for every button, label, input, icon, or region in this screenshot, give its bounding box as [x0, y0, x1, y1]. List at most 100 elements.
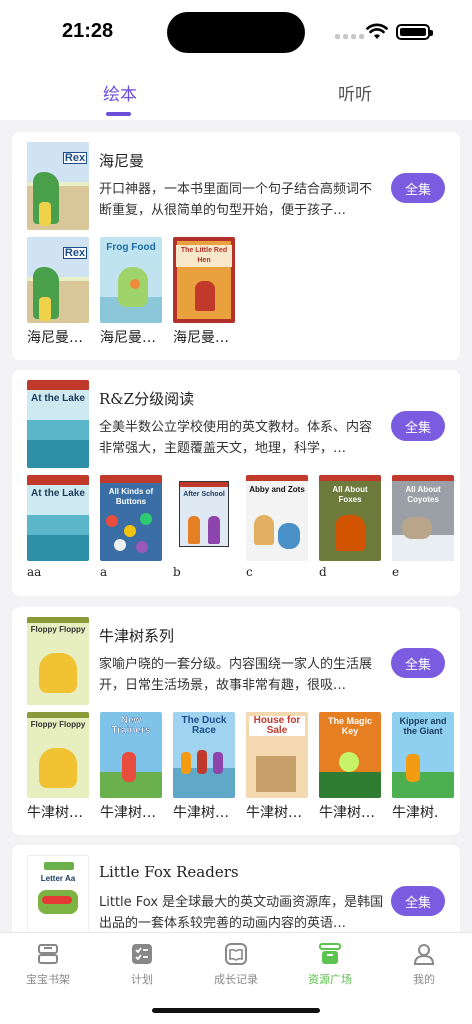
- book-item[interactable]: All About Foxes d: [319, 475, 381, 579]
- tab-listen[interactable]: 听听: [338, 80, 372, 105]
- book-thumbnail[interactable]: Frog Food: [100, 237, 162, 323]
- book-item[interactable]: House for Sale 牛津树…: [246, 712, 308, 822]
- cover-title-text: Floppy Floppy: [30, 625, 86, 634]
- book-cover-text: New Trainers: [111, 715, 151, 736]
- book-thumbnail[interactable]: Kipper and the Giant: [392, 712, 454, 798]
- book-thumbnail[interactable]: The Magic Key: [319, 712, 381, 798]
- book-cover-text: The Duck Race: [181, 715, 227, 736]
- book-thumbnail[interactable]: Abby and Zots: [246, 475, 308, 561]
- view-all-button[interactable]: 全集: [391, 648, 445, 678]
- book-thumbnail[interactable]: The Little Red Hen: [173, 237, 235, 323]
- book-item[interactable]: The Duck Race 牛津树…: [173, 712, 235, 822]
- book-thumbnail[interactable]: New Trainers: [100, 712, 162, 798]
- book-label: 海尼曼…: [173, 330, 229, 346]
- book-label: d: [319, 565, 327, 579]
- series-cover[interactable]: Floppy Floppy: [27, 617, 89, 705]
- dynamic-island: [167, 12, 305, 53]
- book-label: 海尼曼…: [27, 330, 83, 346]
- wifi-icon: [366, 23, 388, 39]
- book-row[interactable]: Floppy Floppy 牛津树… New Trainers 牛津树… The…: [27, 712, 460, 822]
- book-label: 牛津树…: [173, 805, 229, 821]
- book-label: 牛津树…: [27, 805, 83, 821]
- bookshelf-icon: [38, 944, 58, 964]
- book-cover-text: After School: [183, 491, 225, 498]
- view-all-button[interactable]: 全集: [391, 411, 445, 441]
- book-thumbnail[interactable]: All Kinds of Buttons: [100, 475, 162, 561]
- series-card-raz[interactable]: At the Lake R&Z分级阅读 全美半数公立学校使用的英文教材。体系、内…: [12, 370, 460, 596]
- person-icon: [413, 944, 435, 965]
- nav-item-growth-record[interactable]: 成长记录: [196, 941, 276, 987]
- book-item[interactable]: Rex 海尼曼…: [27, 237, 89, 347]
- book-item[interactable]: Frog Food 海尼曼…: [100, 237, 162, 347]
- book-row[interactable]: Rex 海尼曼… Frog Food 海尼曼… The Little Red H…: [27, 237, 460, 347]
- battery-icon: [396, 24, 433, 40]
- series-card-heinemann[interactable]: Rex 海尼曼 开口神器，一本书里面同一个句子结合高频词不断重复，从很简单的句型…: [12, 132, 460, 360]
- series-cover[interactable]: At the Lake: [27, 380, 89, 468]
- nav-label: 计划: [131, 973, 153, 986]
- book-thumbnail[interactable]: Rex: [27, 237, 89, 323]
- status-time: 21:28: [62, 20, 114, 42]
- book-thumbnail[interactable]: House for Sale: [246, 712, 308, 798]
- book-item[interactable]: The Little Red Hen 海尼曼…: [173, 237, 235, 347]
- nav-item-plan[interactable]: 计划: [102, 941, 182, 987]
- series-card-little-fox[interactable]: Letter Aa Little Fox Readers Little Fox …: [12, 845, 460, 932]
- book-cover-text: Rex: [63, 247, 87, 259]
- status-bar: 21:28: [0, 0, 472, 62]
- book-cover-text: All Kinds of Buttons: [108, 487, 154, 506]
- book-item[interactable]: New Trainers 牛津树…: [100, 712, 162, 822]
- book-item[interactable]: Floppy Floppy 牛津树…: [27, 712, 89, 822]
- nav-label: 我的: [413, 973, 435, 986]
- top-tabs: 绘本 听听: [0, 62, 472, 120]
- tab-active-indicator: [106, 112, 131, 116]
- book-label: 牛津树…: [100, 805, 156, 821]
- book-cover-text: Floppy Floppy: [30, 720, 86, 729]
- book-label: aa: [27, 565, 42, 579]
- series-description: 开口神器，一本书里面同一个句子结合高频词不断重复，从很简单的句型开始，便于孩子…: [99, 182, 373, 218]
- book-item[interactable]: After School b: [173, 475, 235, 579]
- book-label: c: [246, 565, 253, 579]
- home-indicator: [152, 1008, 320, 1013]
- series-cover[interactable]: Rex: [27, 142, 89, 230]
- book-cover-text: All About Foxes: [332, 485, 368, 504]
- book-thumbnail[interactable]: The Duck Race: [173, 712, 235, 798]
- book-cover-text: The Little Red Hen: [176, 245, 232, 267]
- book-item[interactable]: Abby and Zots c: [246, 475, 308, 579]
- nav-label: 宝宝书架: [26, 973, 70, 986]
- view-all-button[interactable]: 全集: [391, 173, 445, 203]
- nav-item-me[interactable]: 我的: [384, 941, 464, 987]
- book-label: 牛津树.: [392, 805, 439, 821]
- series-card-oxford-tree[interactable]: Floppy Floppy 牛津树系列 家喻户晓的一套分级。内容围绕一家人的生活…: [12, 607, 460, 835]
- book-label: a: [100, 565, 108, 579]
- book-item[interactable]: All Kinds of Buttons a: [100, 475, 162, 579]
- tab-picture-books[interactable]: 绘本: [103, 80, 137, 105]
- series-list[interactable]: Rex 海尼曼 开口神器，一本书里面同一个句子结合高频词不断重复，从很简单的句型…: [0, 120, 472, 932]
- book-item[interactable]: Kipper and the Giant 牛津树.: [392, 712, 454, 822]
- series-title: 牛津树系列: [99, 627, 175, 645]
- nav-label: 成长记录: [214, 973, 258, 986]
- book-item[interactable]: At the Lake aa: [27, 475, 89, 579]
- book-label: e: [392, 565, 400, 579]
- book-cover-text: All About Coyotes: [405, 485, 441, 504]
- series-cover[interactable]: Letter Aa: [27, 855, 89, 932]
- book-item[interactable]: The Magic Key 牛津树…: [319, 712, 381, 822]
- book-label: 牛津树…: [246, 805, 302, 821]
- series-title: 海尼曼: [99, 152, 145, 170]
- book-thumbnail[interactable]: Floppy Floppy: [27, 712, 89, 798]
- nav-item-bookshelf[interactable]: 宝宝书架: [8, 941, 88, 987]
- book-thumbnail[interactable]: All About Coyotes: [392, 475, 454, 561]
- open-book-icon: [225, 943, 247, 965]
- book-thumbnail[interactable]: At the Lake: [27, 475, 89, 561]
- book-cover-text: House for Sale: [249, 716, 305, 736]
- cover-title-text: At the Lake: [31, 393, 85, 404]
- view-all-button[interactable]: 全集: [391, 886, 445, 916]
- checklist-icon: [132, 944, 152, 964]
- book-cover-text: Frog Food: [106, 242, 156, 253]
- book-thumbnail[interactable]: After School: [173, 475, 235, 561]
- series-description: 家喻户晓的一套分级。内容围绕一家人的生活展开，日常生活场景，故事非常有趣，很吸…: [99, 657, 373, 693]
- book-thumbnail[interactable]: All About Foxes: [319, 475, 381, 561]
- series-title: Little Fox Readers: [99, 863, 239, 881]
- nav-item-resource-square[interactable]: 资源广场: [290, 941, 370, 987]
- nav-label: 资源广场: [308, 973, 352, 986]
- book-item[interactable]: All About Coyotes e: [392, 475, 454, 579]
- book-row[interactable]: At the Lake aa All Kinds of Buttons a Af…: [27, 475, 460, 585]
